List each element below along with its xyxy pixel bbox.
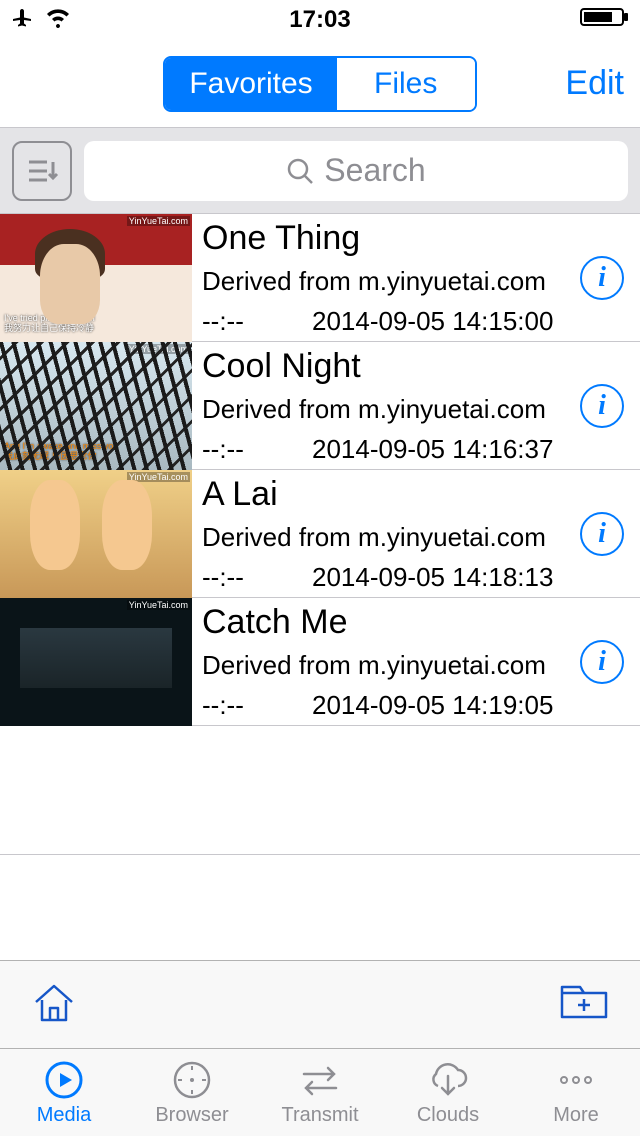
home-button[interactable] — [30, 980, 78, 1029]
item-title: Catch Me — [202, 604, 570, 641]
edit-button[interactable]: Edit — [565, 64, 624, 103]
search-input[interactable]: Search — [84, 141, 628, 201]
media-list: YinYueTai.comI've tried playing it cool我… — [0, 214, 640, 855]
search-icon — [286, 157, 314, 185]
segmented-control: Favorites Files — [163, 56, 476, 112]
status-right — [580, 6, 630, 35]
row-body: Cool Night Derived from m.yinyuetai.com … — [192, 342, 640, 469]
status-bar: 17:03 — [0, 0, 640, 40]
item-date: 2014-09-05 14:19:05 — [312, 690, 553, 721]
row-body: Catch Me Derived from m.yinyuetai.com --… — [192, 598, 640, 725]
item-meta: --:-- 2014-09-05 14:19:05 — [202, 690, 570, 725]
play-icon — [44, 1058, 84, 1102]
compass-icon — [172, 1058, 212, 1102]
status-time: 17:03 — [289, 6, 350, 34]
status-left — [10, 5, 72, 36]
tab-label: Transmit — [281, 1104, 358, 1127]
search-row: Search — [0, 128, 640, 214]
item-date: 2014-09-05 14:16:37 — [312, 434, 553, 465]
airplane-icon — [10, 5, 34, 36]
item-duration: --:-- — [202, 306, 312, 337]
item-date: 2014-09-05 14:18:13 — [312, 562, 553, 593]
list-item[interactable]: YinYueTai.com A Lai Derived from m.yinyu… — [0, 470, 640, 598]
item-source: Derived from m.yinyuetai.com — [202, 395, 570, 424]
wifi-icon — [44, 6, 72, 35]
transfer-icon — [298, 1058, 342, 1102]
tab-label: Media — [37, 1104, 91, 1127]
list-item[interactable]: YinYueTai.comI've tried playing it cool我… — [0, 214, 640, 342]
item-date: 2014-09-05 14:15:00 — [312, 306, 553, 337]
thumbnail: YinYueTai.com — [0, 470, 192, 598]
thumbnail: YinYueTai.comI've tried playing it cool我… — [0, 214, 192, 342]
tab-more[interactable]: More — [512, 1049, 640, 1136]
item-meta: --:-- 2014-09-05 14:18:13 — [202, 562, 570, 597]
row-body: One Thing Derived from m.yinyuetai.com -… — [192, 214, 640, 341]
tab-media[interactable]: Media — [0, 1049, 128, 1136]
item-duration: --:-- — [202, 562, 312, 593]
info-icon: i — [580, 512, 624, 556]
thumbnail: YinYueTai.com — [0, 598, 192, 726]
item-meta: --:-- 2014-09-05 14:16:37 — [202, 434, 570, 469]
tab-label: Clouds — [417, 1104, 479, 1127]
add-folder-button[interactable] — [558, 981, 610, 1028]
nav-bar: Favorites Files Edit — [0, 40, 640, 128]
tab-bar: Media Browser Transmit Clouds More — [0, 1048, 640, 1136]
cloud-download-icon — [426, 1058, 470, 1102]
tab-files[interactable]: Files — [337, 58, 475, 110]
item-meta: --:-- 2014-09-05 14:15:00 — [202, 306, 570, 341]
list-item[interactable]: YinYueTai.com Catch Me Derived from m.yi… — [0, 598, 640, 726]
toolbar — [0, 960, 640, 1048]
item-title: One Thing — [202, 220, 570, 257]
info-button[interactable]: i — [580, 384, 624, 428]
more-icon — [554, 1058, 598, 1102]
tab-label: Browser — [155, 1104, 228, 1127]
home-icon — [30, 980, 78, 1024]
battery-icon — [580, 6, 630, 35]
thumbnail: YinYueTai.comAnd I'm awake and miss you我… — [0, 342, 192, 470]
row-body: A Lai Derived from m.yinyuetai.com --:--… — [192, 470, 640, 597]
sort-icon — [23, 152, 61, 190]
folder-plus-icon — [558, 981, 610, 1023]
info-button[interactable]: i — [580, 256, 624, 300]
info-icon: i — [580, 256, 624, 300]
sort-button[interactable] — [12, 141, 72, 201]
info-icon: i — [580, 640, 624, 684]
item-duration: --:-- — [202, 434, 312, 465]
search-placeholder: Search — [324, 152, 425, 189]
tab-transmit[interactable]: Transmit — [256, 1049, 384, 1136]
tab-browser[interactable]: Browser — [128, 1049, 256, 1136]
item-title: A Lai — [202, 476, 570, 513]
info-icon: i — [580, 384, 624, 428]
item-source: Derived from m.yinyuetai.com — [202, 267, 570, 296]
item-duration: --:-- — [202, 690, 312, 721]
tab-favorites[interactable]: Favorites — [165, 58, 336, 110]
item-source: Derived from m.yinyuetai.com — [202, 523, 570, 552]
tab-label: More — [553, 1104, 599, 1127]
info-button[interactable]: i — [580, 512, 624, 556]
tab-clouds[interactable]: Clouds — [384, 1049, 512, 1136]
item-title: Cool Night — [202, 348, 570, 385]
info-button[interactable]: i — [580, 640, 624, 684]
list-item[interactable]: YinYueTai.comAnd I'm awake and miss you我… — [0, 342, 640, 470]
list-divider — [0, 854, 640, 855]
item-source: Derived from m.yinyuetai.com — [202, 651, 570, 680]
